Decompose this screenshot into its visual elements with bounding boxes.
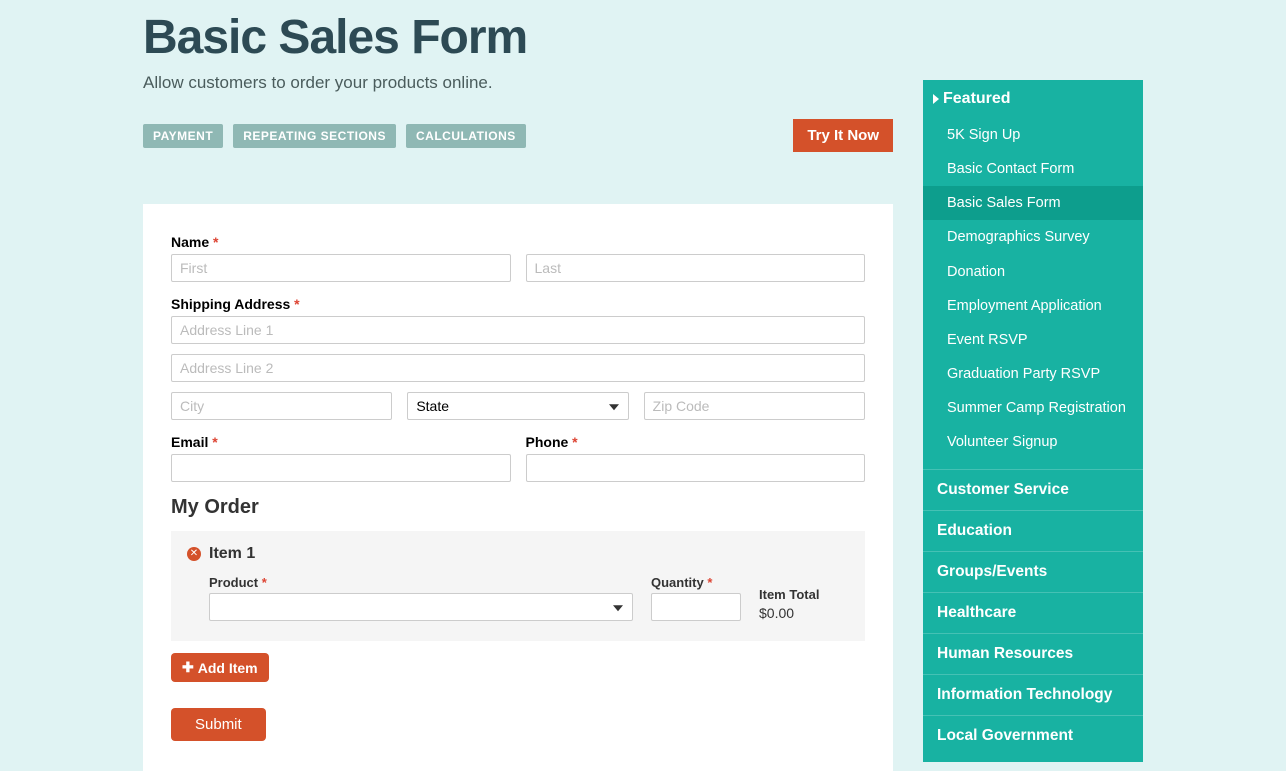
tag-calculations[interactable]: CALCULATIONS: [406, 124, 526, 148]
product-select[interactable]: [209, 593, 633, 621]
tag-payment[interactable]: PAYMENT: [143, 124, 223, 148]
remove-item-icon[interactable]: ✕: [187, 547, 201, 561]
sidebar-featured-item[interactable]: Graduation Party RSVP: [923, 357, 1143, 391]
address-line2-input[interactable]: [171, 354, 865, 382]
shipping-label: Shipping Address *: [171, 296, 865, 312]
sidebar-category-item[interactable]: Human Resources: [923, 633, 1143, 674]
try-it-now-button[interactable]: Try It Now: [793, 119, 893, 152]
sidebar-category-item[interactable]: Information Technology: [923, 674, 1143, 715]
tag-list: PAYMENT REPEATING SECTIONS CALCULATIONS: [143, 124, 526, 148]
sidebar-category-item[interactable]: Healthcare: [923, 592, 1143, 633]
email-input[interactable]: [171, 454, 511, 482]
page-title: Basic Sales Form: [143, 10, 893, 65]
sidebar-category-item[interactable]: Local Government: [923, 715, 1143, 756]
sidebar-category-item[interactable]: Education: [923, 510, 1143, 551]
sidebar-featured-item[interactable]: Event RSVP: [923, 323, 1143, 357]
sidebar-featured-item[interactable]: Demographics Survey: [923, 220, 1143, 254]
order-heading: My Order: [171, 496, 865, 519]
sidebar-featured-item[interactable]: Summer Camp Registration: [923, 391, 1143, 425]
item-total-label: Item Total: [759, 587, 849, 602]
zip-input[interactable]: [644, 392, 865, 420]
city-input[interactable]: [171, 392, 392, 420]
sidebar-featured-item[interactable]: Donation: [923, 255, 1143, 289]
item-title: Item 1: [209, 545, 255, 563]
last-name-input[interactable]: [526, 254, 866, 282]
quantity-label: Quantity *: [651, 575, 741, 590]
product-label: Product *: [209, 575, 633, 590]
email-label: Email *: [171, 434, 511, 450]
sidebar: Featured 5K Sign UpBasic Contact FormBas…: [923, 80, 1143, 762]
first-name-input[interactable]: [171, 254, 511, 282]
sidebar-featured-item[interactable]: Employment Application: [923, 289, 1143, 323]
sidebar-featured-item[interactable]: Volunteer Signup: [923, 425, 1143, 459]
tag-repeating-sections[interactable]: REPEATING SECTIONS: [233, 124, 396, 148]
item-total-value: $0.00: [759, 605, 849, 621]
order-item: ✕ Item 1 Product * Quantity * Item Total…: [171, 531, 865, 641]
page-subtitle: Allow customers to order your products o…: [143, 73, 493, 93]
state-select[interactable]: State: [407, 392, 628, 420]
sidebar-category-item[interactable]: Groups/Events: [923, 551, 1143, 592]
name-label: Name *: [171, 234, 865, 250]
form-card: Name * Shipping Address * State: [143, 204, 893, 771]
phone-input[interactable]: [526, 454, 866, 482]
sidebar-featured-item[interactable]: Basic Contact Form: [923, 152, 1143, 186]
submit-button[interactable]: Submit: [171, 708, 266, 741]
sidebar-category-item[interactable]: Customer Service: [923, 469, 1143, 510]
sidebar-featured-item[interactable]: Basic Sales Form: [923, 186, 1143, 220]
quantity-input[interactable]: [651, 593, 741, 621]
sidebar-featured-header[interactable]: Featured: [923, 80, 1143, 118]
sidebar-featured-item[interactable]: 5K Sign Up: [923, 118, 1143, 152]
add-item-button[interactable]: ✚ Add Item: [171, 653, 269, 682]
caret-right-icon: [933, 94, 939, 104]
plus-icon: ✚: [182, 659, 194, 676]
address-line1-input[interactable]: [171, 316, 865, 344]
phone-label: Phone *: [526, 434, 866, 450]
